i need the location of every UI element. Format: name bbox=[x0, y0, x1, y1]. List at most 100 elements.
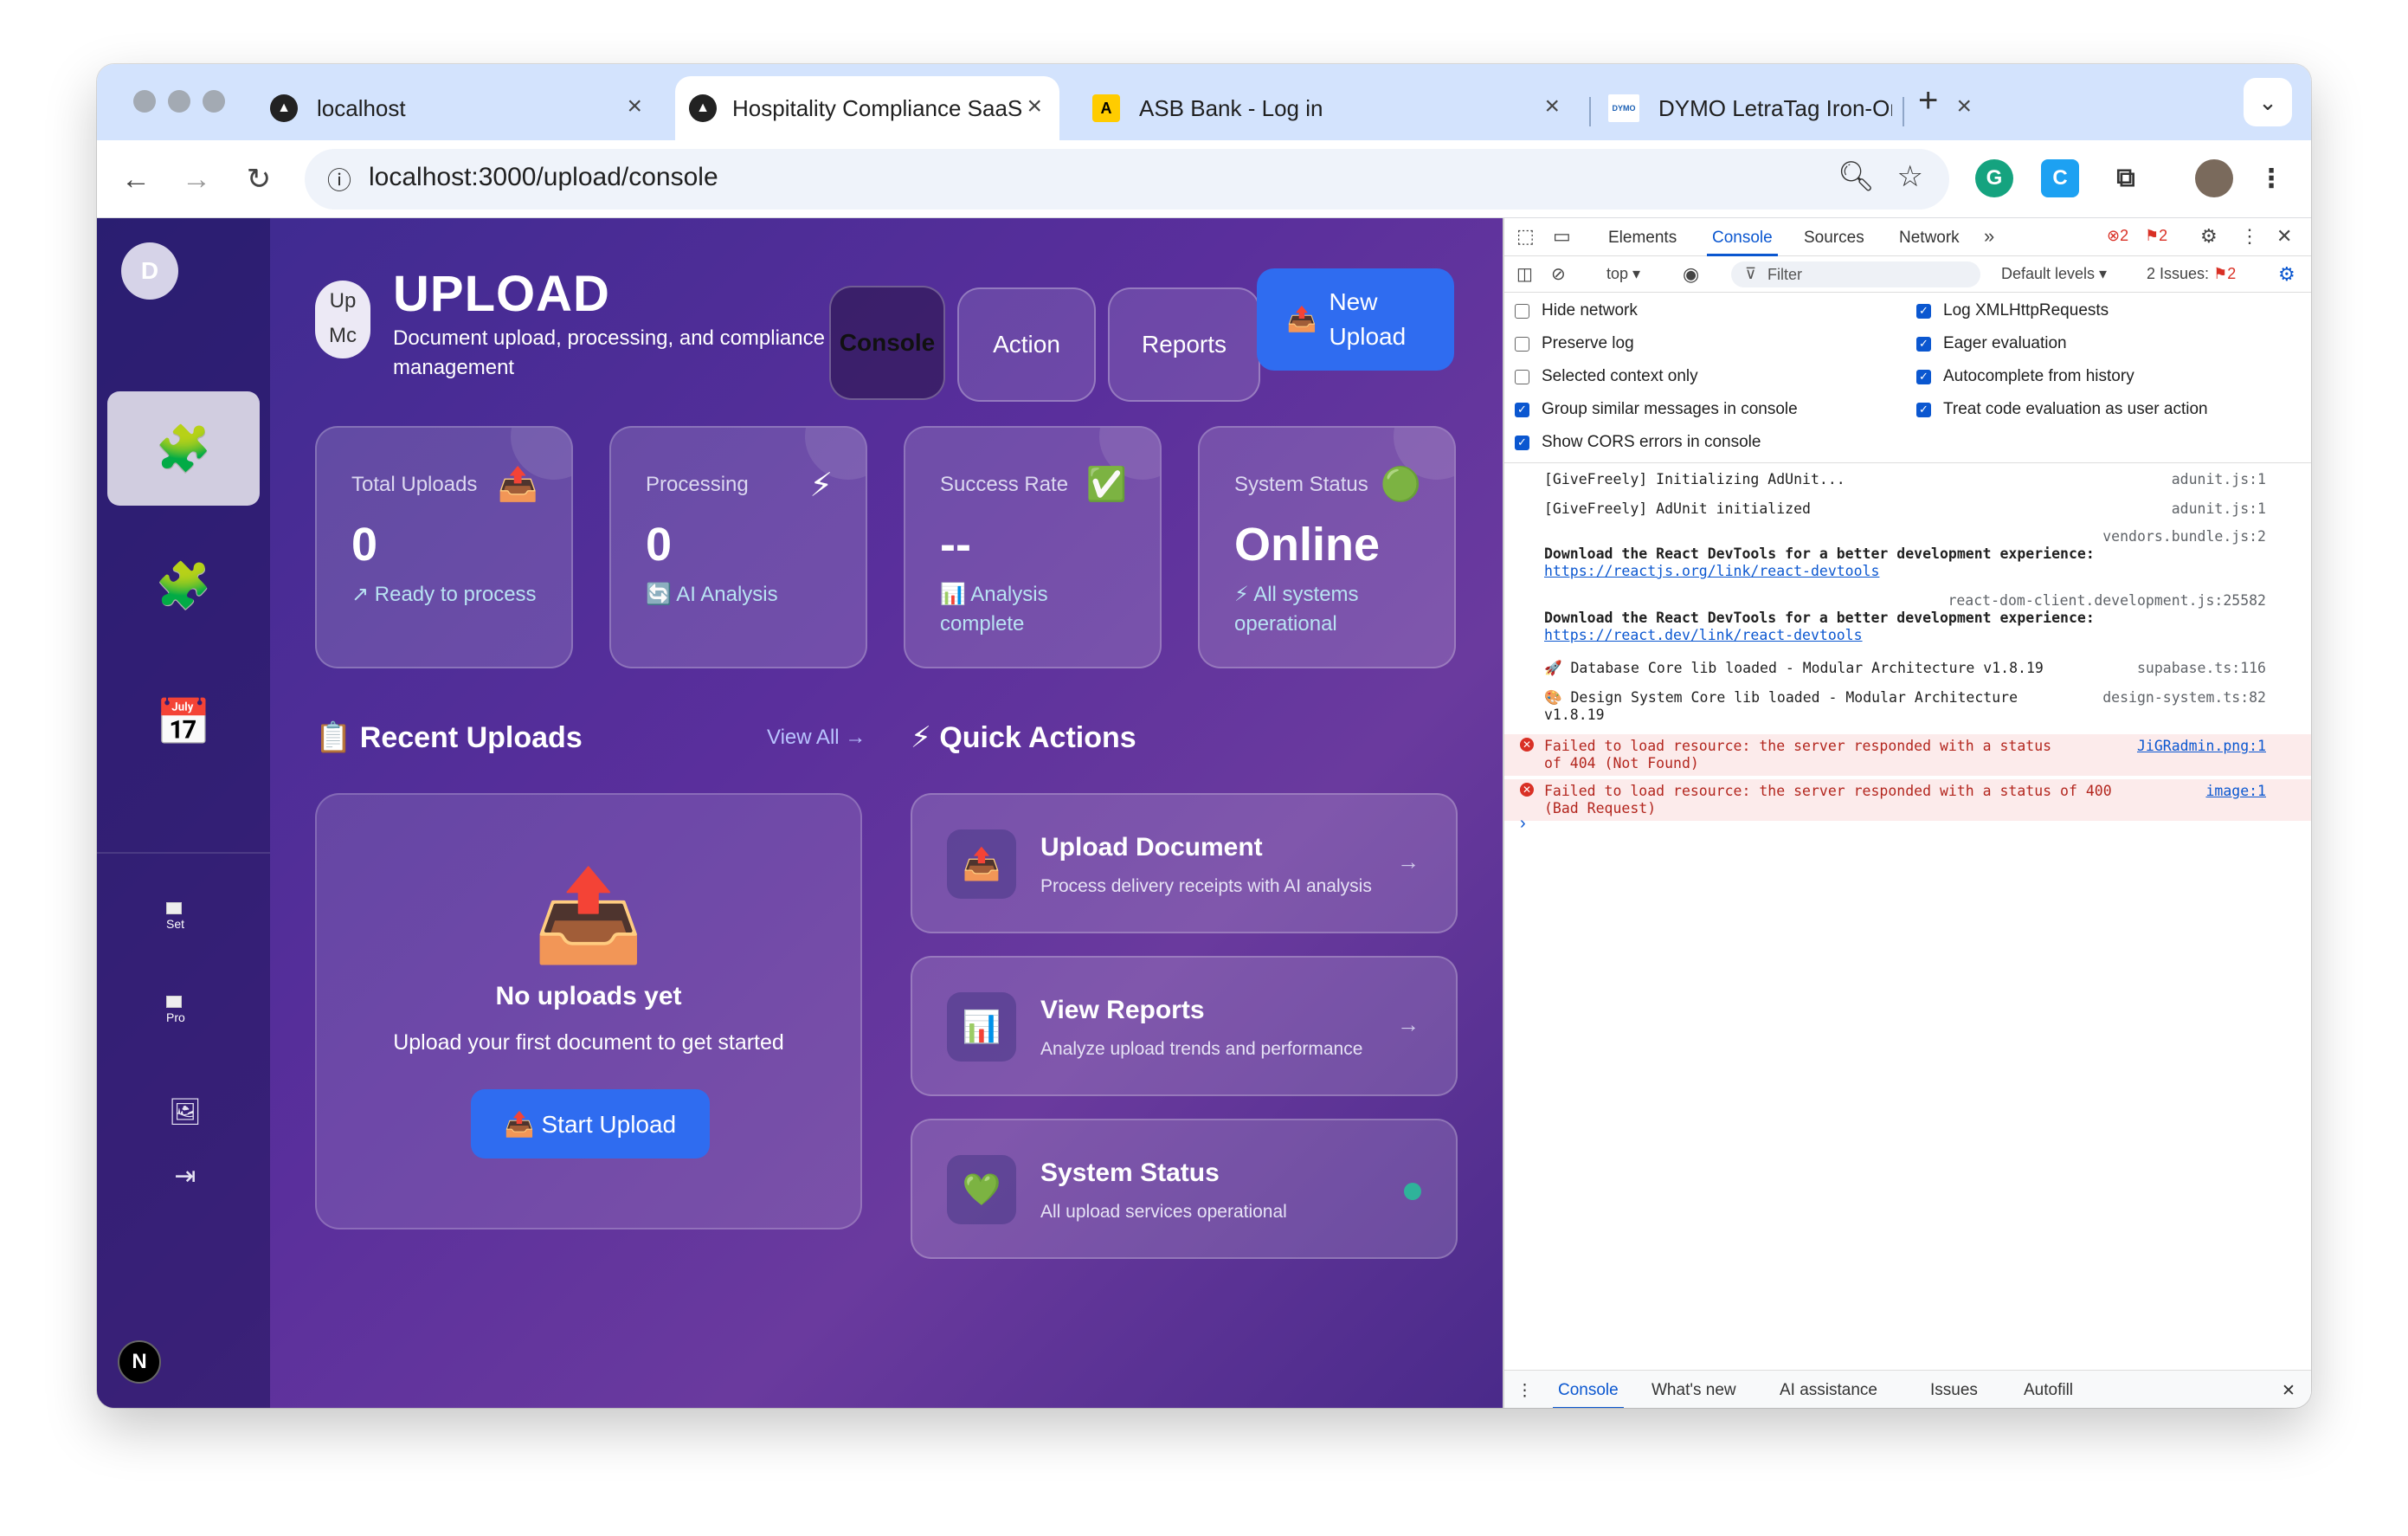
option-treat-code-user-action[interactable]: ✓ Treat code evaluation as user action bbox=[1916, 400, 2208, 419]
new-tab-button[interactable]: + bbox=[1918, 81, 1938, 120]
console-button[interactable]: Console bbox=[829, 286, 945, 400]
close-tab-icon[interactable]: × bbox=[1544, 92, 1560, 121]
warning-count-badge[interactable]: ⚑2 bbox=[2145, 227, 2167, 245]
sidebar-toggle-icon[interactable]: ◫ bbox=[1516, 263, 1533, 285]
checkbox-checked[interactable]: ✓ bbox=[1916, 402, 1931, 417]
extensions-puzzle-icon[interactable]: ⧉ bbox=[2107, 159, 2145, 197]
issues-link[interactable]: 2 Issues: ⚑2 bbox=[2147, 265, 2236, 283]
devtools-link[interactable]: https://react.dev/link/react-devtools bbox=[1544, 627, 1863, 643]
close-tab-icon[interactable]: × bbox=[1956, 92, 1972, 121]
drawer-tab-issues[interactable]: Issues bbox=[1930, 1381, 1978, 1400]
source-link[interactable]: supabase.ts:116 bbox=[2137, 660, 2266, 677]
sidebar-item-calendar[interactable]: 📅 bbox=[107, 665, 260, 779]
option-eager-evaluation[interactable]: ✓ Eager evaluation bbox=[1916, 334, 2067, 353]
start-upload-button[interactable]: 📤 Start Upload bbox=[471, 1089, 710, 1158]
site-info-icon[interactable]: ⓘ bbox=[320, 160, 358, 198]
tab-search-icon[interactable]: ⌄ bbox=[2244, 78, 2292, 126]
reports-button[interactable]: Reports bbox=[1108, 287, 1260, 402]
source-link[interactable]: adunit.js:1 bbox=[2172, 471, 2266, 488]
url-text[interactable]: localhost:3000/upload/console bbox=[369, 163, 718, 192]
maximize-window-button[interactable] bbox=[203, 90, 225, 113]
console-settings-gear-icon[interactable]: ⚙ bbox=[2278, 263, 2295, 286]
sidebar-item-upload[interactable]: 🧩 bbox=[107, 391, 260, 506]
source-link[interactable]: vendors.bundle.js:2 bbox=[1544, 528, 2311, 545]
checkbox-checked[interactable]: ✓ bbox=[1515, 402, 1529, 417]
devtools-tab-sources[interactable]: Sources bbox=[1804, 229, 1864, 248]
option-preserve-log[interactable]: Preserve log bbox=[1515, 334, 1634, 353]
error-count-badge[interactable]: ⊗2 bbox=[2107, 227, 2128, 245]
checkbox[interactable] bbox=[1515, 369, 1529, 384]
source-link[interactable]: react-dom-client.development.js:25582 bbox=[1544, 592, 2311, 610]
browser-tab-hospitality[interactable]: ▲ Hospitality Compliance SaaS × bbox=[675, 76, 1059, 140]
drawer-tab-whats-new[interactable]: What's new bbox=[1651, 1381, 1736, 1400]
checkbox-checked[interactable]: ✓ bbox=[1916, 369, 1931, 384]
address-bar[interactable]: ⓘ localhost:3000/upload/console 🔍︎ ☆ bbox=[305, 149, 1949, 210]
devtools-tab-console[interactable]: Console bbox=[1707, 229, 1778, 256]
quick-action-system-status[interactable]: 💚 System Status All upload services oper… bbox=[911, 1119, 1458, 1259]
user-avatar[interactable]: D bbox=[121, 242, 178, 300]
nextjs-badge[interactable]: N bbox=[118, 1340, 161, 1384]
source-link[interactable]: adunit.js:1 bbox=[2172, 500, 2266, 518]
clear-console-icon[interactable]: ⊘ bbox=[1551, 263, 1566, 285]
close-tab-icon[interactable]: × bbox=[1027, 92, 1042, 121]
checkbox[interactable] bbox=[1515, 303, 1529, 319]
profile-avatar[interactable] bbox=[2195, 159, 2233, 197]
checkbox-checked[interactable]: ✓ bbox=[1916, 336, 1931, 352]
back-arrow-icon[interactable]: ← bbox=[113, 156, 159, 203]
option-log-xhr[interactable]: ✓ Log XMLHttpRequests bbox=[1916, 301, 2109, 320]
devtools-link[interactable]: https://reactjs.org/link/react-devtools bbox=[1544, 563, 1879, 579]
source-link[interactable]: design-system.ts:82 bbox=[2102, 689, 2266, 707]
quick-action-upload-document[interactable]: 📤 Upload Document Process delivery recei… bbox=[911, 793, 1458, 933]
settings-gear-icon[interactable]: ⚙ bbox=[2200, 225, 2218, 248]
action-button[interactable]: Action bbox=[957, 287, 1096, 402]
source-link[interactable]: JiGRadmin.png:1 bbox=[2137, 738, 2266, 755]
log-levels-dropdown[interactable]: Default levels ▾ bbox=[2001, 265, 2107, 283]
console-filter-input[interactable]: ⊽ Filter bbox=[1731, 261, 1980, 287]
drawer-menu-icon[interactable]: ⋮ bbox=[1516, 1381, 1533, 1401]
settings-broken-image[interactable]: Set bbox=[166, 902, 204, 939]
more-options-icon[interactable]: ⋮ bbox=[2240, 225, 2259, 248]
close-drawer-icon[interactable]: ✕ bbox=[2282, 1381, 2295, 1401]
live-expression-eye-icon[interactable]: ◉ bbox=[1683, 263, 1699, 286]
context-selector[interactable]: top ▾ bbox=[1606, 265, 1640, 283]
close-tab-icon[interactable]: × bbox=[627, 92, 642, 121]
devtools-tab-elements[interactable]: Elements bbox=[1608, 229, 1677, 248]
checkbox-checked[interactable]: ✓ bbox=[1515, 435, 1529, 450]
drawer-tab-ai-assistance[interactable]: AI assistance bbox=[1780, 1381, 1877, 1400]
drawer-tab-console[interactable]: Console bbox=[1553, 1381, 1624, 1408]
browser-tab-localhost[interactable]: ▲ localhost × bbox=[270, 76, 660, 140]
checkbox[interactable] bbox=[1515, 336, 1529, 352]
tab-title: Hospitality Compliance SaaS bbox=[732, 94, 1023, 121]
new-upload-button[interactable]: 📤 New Upload bbox=[1257, 268, 1454, 371]
close-devtools-icon[interactable]: ✕ bbox=[2276, 225, 2292, 248]
drawer-tab-autofill[interactable]: Autofill bbox=[2024, 1381, 2073, 1400]
quick-action-view-reports[interactable]: 📊 View Reports Analyze upload trends and… bbox=[911, 956, 1458, 1096]
extension-icon[interactable]: C bbox=[2041, 159, 2079, 197]
view-all-link[interactable]: View All → bbox=[767, 726, 866, 750]
source-link[interactable]: image:1 bbox=[2205, 783, 2266, 800]
grammarly-icon[interactable]: G bbox=[1975, 159, 2013, 197]
console-prompt[interactable]: › bbox=[1520, 814, 1526, 834]
minimize-window-button[interactable] bbox=[168, 90, 190, 113]
forward-arrow-icon[interactable]: → bbox=[173, 156, 220, 203]
option-hide-network[interactable]: Hide network bbox=[1515, 301, 1638, 320]
profile-broken-image[interactable]: Pro bbox=[166, 996, 204, 1032]
devtools-tab-network[interactable]: Network bbox=[1899, 229, 1960, 248]
sidebar-item-module[interactable]: 🧩 bbox=[107, 528, 260, 642]
option-group-similar[interactable]: ✓ Group similar messages in console bbox=[1515, 400, 1798, 419]
option-show-cors[interactable]: ✓ Show CORS errors in console bbox=[1515, 433, 1761, 452]
option-autocomplete-history[interactable]: ✓ Autocomplete from history bbox=[1916, 367, 2134, 386]
reload-icon[interactable]: ↻ bbox=[235, 156, 282, 203]
device-toolbar-icon[interactable]: ▭ bbox=[1553, 225, 1571, 248]
logout-icon[interactable]: ⇥ bbox=[166, 1157, 204, 1195]
zoom-icon[interactable]: 🔍︎ bbox=[1838, 159, 1875, 194]
bookmark-star-icon[interactable]: ☆ bbox=[1897, 159, 1923, 194]
close-window-button[interactable] bbox=[133, 90, 156, 113]
browser-menu-icon[interactable]: ⋮ bbox=[2252, 159, 2290, 197]
more-tabs-chevron-icon[interactable]: » bbox=[1984, 225, 1994, 248]
browser-tab-asb[interactable]: A ASB Bank - Log in × bbox=[1092, 76, 1577, 140]
image-icon[interactable]: 🖼︎ bbox=[166, 1093, 204, 1131]
checkbox-checked[interactable]: ✓ bbox=[1916, 303, 1931, 319]
inspect-element-icon[interactable]: ⬚ bbox=[1516, 225, 1535, 248]
option-selected-context-only[interactable]: Selected context only bbox=[1515, 367, 1698, 386]
